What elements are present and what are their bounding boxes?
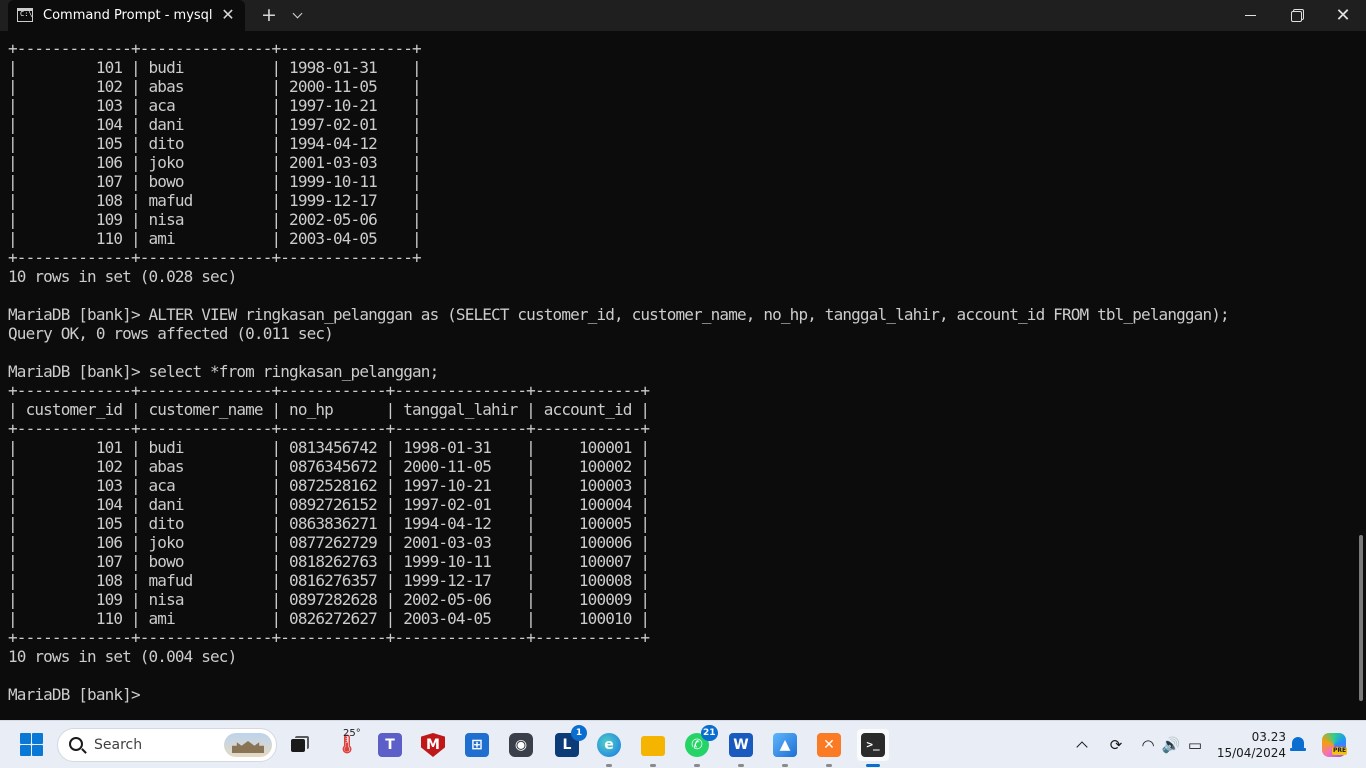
weather-temperature: 25° <box>343 728 361 739</box>
task-view-icon <box>287 733 311 757</box>
terminal-scrollbar[interactable] <box>1358 31 1366 720</box>
scrollbar-thumb[interactable] <box>1359 535 1363 701</box>
search-icon <box>69 737 83 751</box>
teams-button[interactable]: T <box>374 729 406 761</box>
volume-icon[interactable]: 🔊 <box>1161 735 1181 755</box>
notification-badge: 1 <box>571 725 587 741</box>
windows-logo-icon <box>32 745 43 756</box>
edge-icon: e <box>597 733 621 757</box>
whatsapp-button[interactable]: ✆ 21 <box>681 725 718 767</box>
running-indicator <box>826 764 832 767</box>
running-indicator <box>606 764 612 767</box>
new-tab-button[interactable]: + <box>258 4 280 26</box>
title-bar: C:\ Command Prompt - mysql -u ✕ + ✕ <box>0 0 1366 31</box>
taskbar-search-box[interactable]: Search <box>57 728 277 762</box>
tab-command-prompt[interactable]: C:\ Command Prompt - mysql -u ✕ <box>8 0 245 31</box>
restore-button[interactable] <box>1274 0 1320 31</box>
weather-widget[interactable]: 🌡 25° <box>331 728 363 761</box>
start-button[interactable] <box>16 729 48 761</box>
mcafee-icon: M <box>421 733 445 757</box>
photos-button[interactable]: ▲ <box>769 729 801 767</box>
terminal-text: +-------------+---------------+---------… <box>8 39 1230 704</box>
show-hidden-icons-button[interactable] <box>1074 737 1092 753</box>
tab-title: Command Prompt - mysql -u <box>43 8 213 23</box>
lexicon-button[interactable]: L 1 <box>551 725 587 761</box>
file-explorer-button[interactable] <box>637 729 669 767</box>
xampp-button[interactable]: ✕ <box>813 729 845 767</box>
edge-button[interactable]: e <box>593 729 625 767</box>
terminal-button[interactable]: >_ <box>857 729 889 767</box>
windows-logo-icon <box>20 745 31 756</box>
mcafee-button[interactable]: M <box>417 729 449 761</box>
search-highlight-image <box>224 733 272 757</box>
task-view-button[interactable] <box>283 729 315 761</box>
notification-badge: 21 <box>701 725 718 741</box>
tab-close-icon[interactable]: ✕ <box>219 6 237 24</box>
notification-bell-icon[interactable] <box>1290 736 1306 754</box>
wifi-icon[interactable]: ◠ <box>1138 735 1158 755</box>
microsoft-store-button[interactable]: ⊞ <box>461 729 493 761</box>
preview-badge: PRE <box>1332 747 1348 755</box>
sync-icon[interactable]: ⟳ <box>1106 735 1126 755</box>
running-indicator <box>738 764 744 767</box>
teams-icon: T <box>378 733 402 757</box>
camera-button[interactable]: ◉ <box>505 729 537 761</box>
clock-date: 15/04/2024 <box>1216 746 1286 760</box>
search-label: Search <box>94 737 143 753</box>
terminal-output-area[interactable]: +-------------+---------------+---------… <box>0 31 1358 720</box>
running-indicator <box>694 764 700 767</box>
xampp-icon: ✕ <box>817 733 841 757</box>
file-explorer-icon <box>641 736 665 756</box>
clock-time: 03.23 <box>1251 730 1286 744</box>
word-button[interactable]: W <box>725 729 757 767</box>
tab-dropdown-button[interactable] <box>288 4 308 26</box>
running-indicator <box>650 764 656 767</box>
battery-icon[interactable]: ▭ <box>1185 735 1205 755</box>
taskbar: Search 🌡 25° T M ⊞ ◉ L 1 e ✆ 21 W ▲ ✕ >_… <box>0 720 1366 768</box>
terminal-icon: >_ <box>861 733 885 757</box>
command-prompt-icon: C:\ <box>17 8 33 22</box>
windows-logo-icon <box>32 733 43 744</box>
camera-icon: ◉ <box>509 733 533 757</box>
command-prompt-icon-text: C:\ <box>20 10 33 18</box>
word-icon: W <box>729 733 753 757</box>
copilot-icon[interactable]: PRE <box>1320 731 1348 759</box>
minimize-button[interactable] <box>1228 0 1274 31</box>
windows-logo-icon <box>20 733 31 744</box>
taskbar-clock[interactable]: 03.23 15/04/2024 <box>1214 729 1286 761</box>
microsoft-store-icon: ⊞ <box>465 733 489 757</box>
photos-icon: ▲ <box>773 733 797 757</box>
running-indicator <box>866 764 880 767</box>
running-indicator <box>782 764 788 767</box>
close-window-button[interactable]: ✕ <box>1320 0 1366 31</box>
